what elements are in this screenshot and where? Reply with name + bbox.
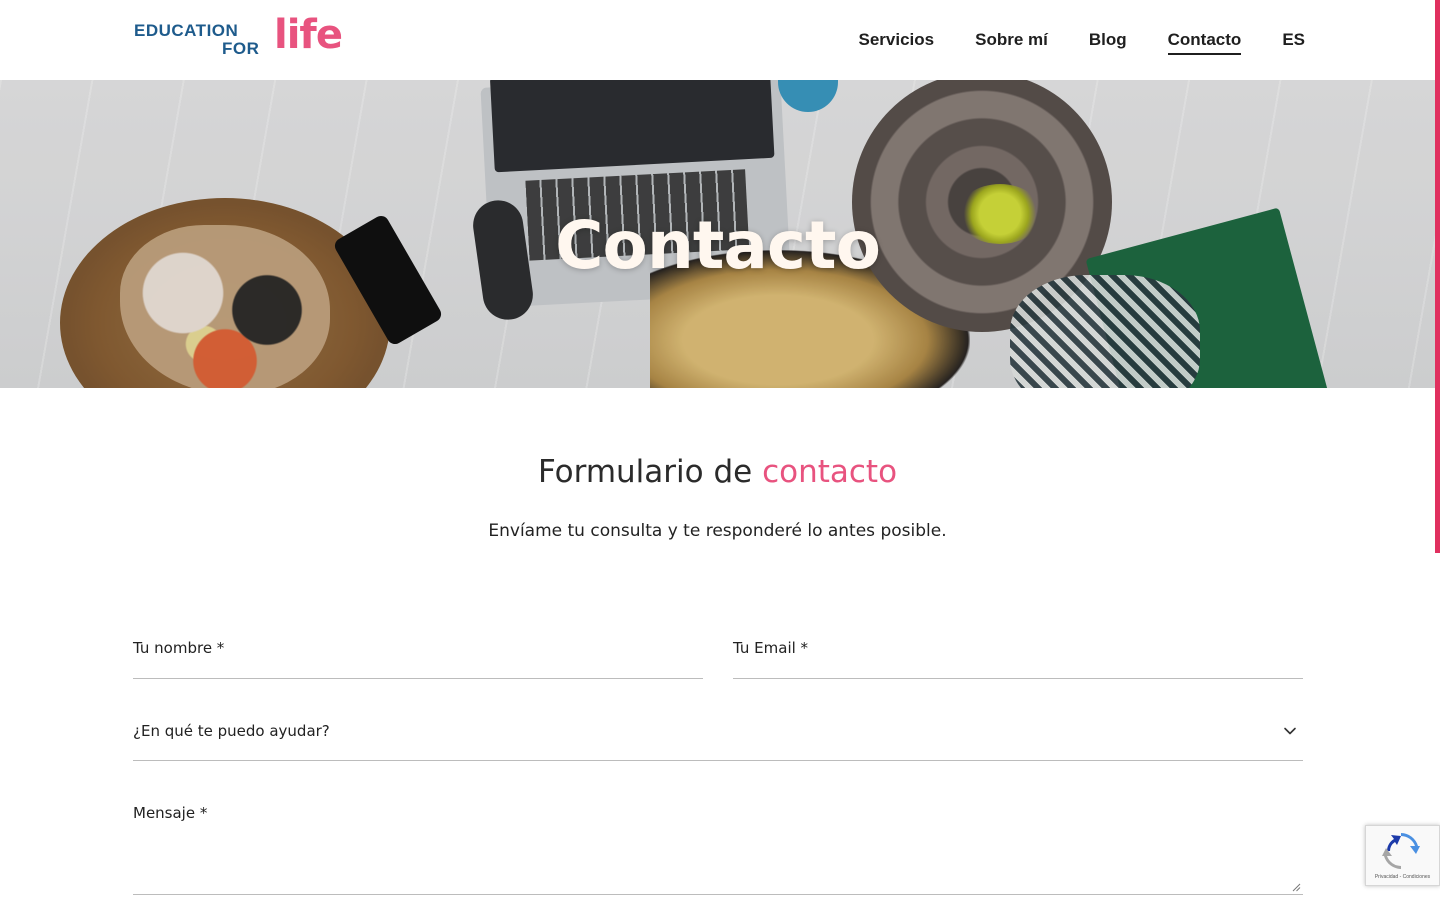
name-field[interactable]: Tu nombre *	[133, 630, 703, 679]
email-input[interactable]	[733, 650, 1303, 678]
form-title-accent: contacto	[762, 454, 898, 490]
logo-life-text: life	[274, 12, 343, 58]
site-logo[interactable]: EDUCATION FOR life	[134, 12, 354, 62]
language-switcher[interactable]: ES	[1282, 30, 1305, 55]
recaptcha-links[interactable]: Privacidad - Condiciones	[1366, 874, 1439, 880]
email-field[interactable]: Tu Email *	[733, 630, 1303, 679]
recaptcha-badge[interactable]: Privacidad - Condiciones	[1365, 825, 1440, 886]
nav-item-servicios[interactable]: Servicios	[859, 30, 935, 55]
nav-item-blog[interactable]: Blog	[1089, 30, 1127, 55]
form-title-prefix: Formulario de	[537, 454, 753, 490]
help-select-label: ¿En qué te puedo ayudar?	[133, 722, 330, 740]
recaptcha-icon	[1382, 833, 1420, 869]
resize-handle-icon[interactable]	[1291, 882, 1301, 892]
logo-for-text: FOR	[222, 39, 260, 58]
name-input[interactable]	[133, 650, 703, 678]
page-scrollbar[interactable]	[1435, 0, 1440, 900]
message-field-label: Mensaje *	[133, 804, 208, 822]
form-section-subtitle: Envíame tu consulta y te responderé lo a…	[488, 521, 947, 541]
nav-item-sobre-mi[interactable]: Sobre mí	[975, 30, 1048, 55]
nav-item-contacto[interactable]: Contacto	[1167, 30, 1242, 55]
hero-banner: Contacto	[0, 80, 1435, 388]
logo-education-text: EDUCATION	[134, 21, 239, 40]
message-field[interactable]: Mensaje *	[133, 795, 1303, 895]
form-section-title: Formulario de contacto	[0, 452, 1435, 492]
site-header: EDUCATION FOR life Servicios Sobre mí Bl…	[0, 0, 1435, 80]
main-nav: Servicios Sobre mí Blog Contacto ES	[859, 30, 1305, 55]
page-title: Contacto	[555, 207, 881, 284]
chevron-down-icon[interactable]	[1283, 724, 1297, 738]
page-scrollbar-thumb[interactable]	[1435, 0, 1440, 553]
help-select[interactable]: ¿En qué te puedo ayudar?	[133, 712, 1303, 761]
